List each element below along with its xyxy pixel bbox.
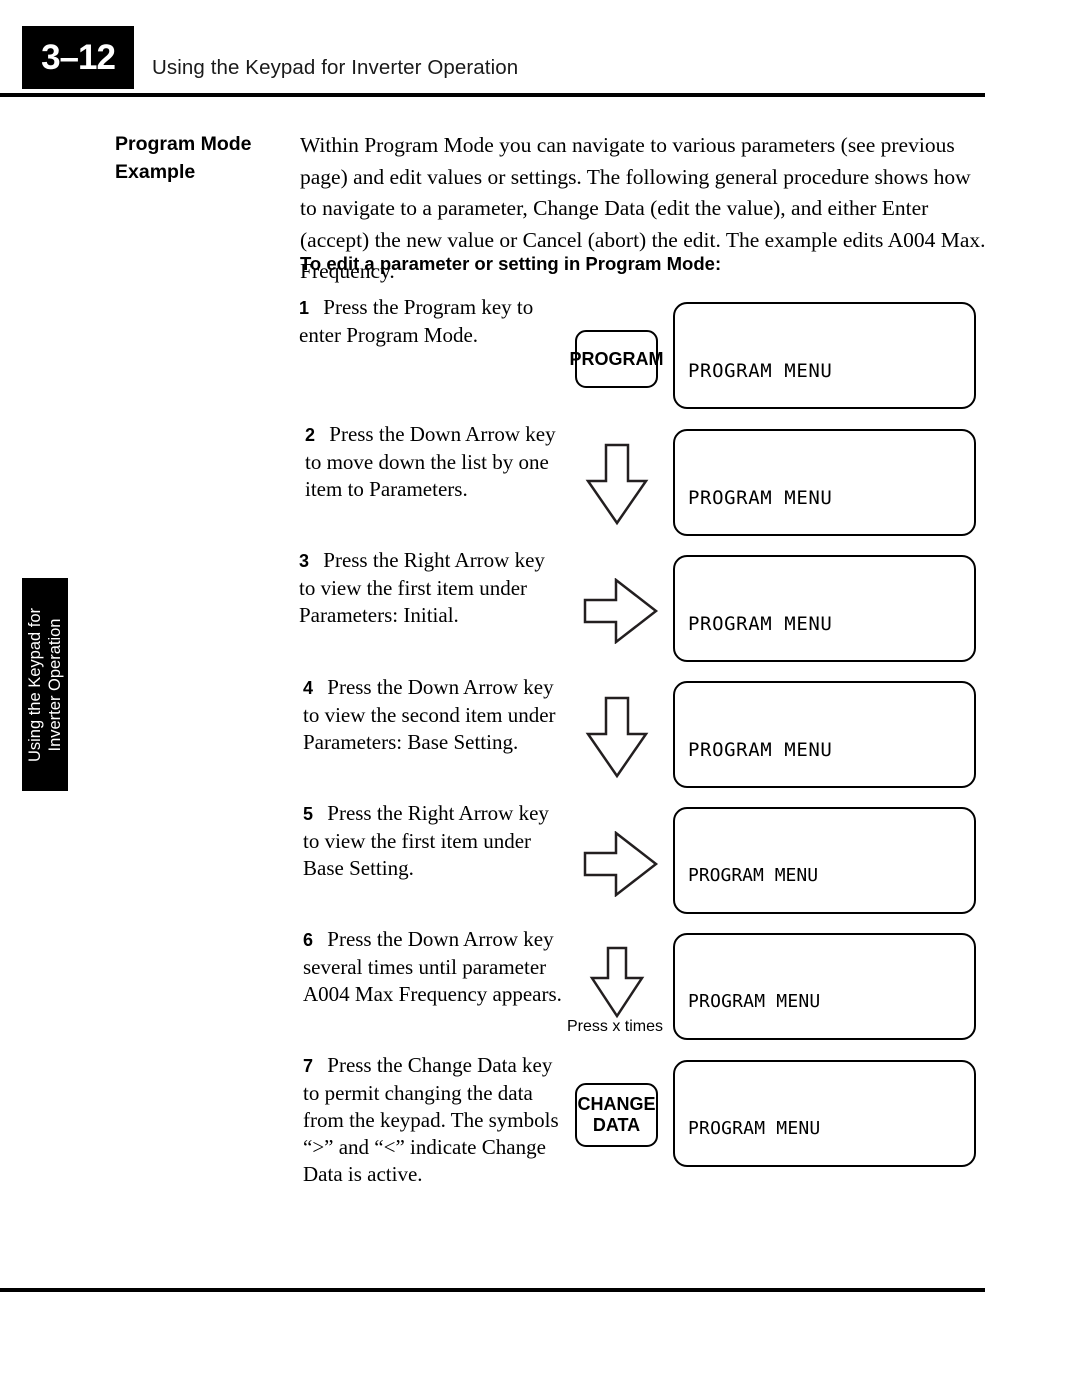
step-6-text: 6 Press the Down Arrow key several times… (303, 926, 568, 1008)
program-key-label: PROGRAM (569, 348, 664, 369)
chapter-side-tab: Using the Keypad for Inverter Operation (22, 578, 68, 791)
step-2-body: Press the Down Arrow key to move down th… (305, 422, 556, 501)
lcd-3-line-1: PROGRAM MENU (688, 613, 833, 635)
procedure-subheading: To edit a parameter or setting in Progra… (300, 253, 722, 274)
change-data-key-label-line2: DATA (592, 1115, 641, 1135)
lcd-1-line-1: PROGRAM MENU (688, 360, 833, 382)
section-heading: Program Mode Example (115, 130, 290, 186)
step-3-body: Press the Right Arrow key to view the fi… (299, 548, 545, 627)
lcd-display-2: PROGRAM MENU 0.0Hz Parameters >> (673, 429, 976, 536)
program-key-button[interactable]: PROGRAM (570, 330, 664, 388)
header-divider (0, 93, 985, 97)
side-tab-line-1: Using the Keypad for (26, 607, 44, 762)
step-7-number: 7 (303, 1056, 323, 1076)
step-2-text: 2 Press the Down Arrow key to move down … (305, 421, 570, 503)
lcd-6-line-1: PROGRAM MENU (688, 991, 821, 1012)
lcd-2-line-1: PROGRAM MENU (688, 487, 833, 509)
step-3-number: 3 (299, 551, 319, 571)
step-7-body: Press the Change Data key to permit chan… (303, 1053, 559, 1186)
right-arrow-icon-step5 (583, 831, 659, 897)
step-1-number: 1 (299, 298, 319, 318)
step-7-text: 7 Press the Change Data key to permit ch… (303, 1052, 573, 1188)
lcd-display-3: PROGRAM MENU 0.0Hz Initial >> (673, 555, 976, 662)
lcd-display-5: PROGRAM MENU 0.0Hz A001 Freq Set Method … (673, 807, 976, 914)
page-number-badge: 3–12 (22, 26, 134, 89)
lcd-display-1: PROGRAM MENU 0.0Hz Monitor Vars >> (673, 302, 976, 409)
lcd-display-4: PROGRAM MENU 0.0Hz Base Setting >> (673, 681, 976, 788)
step-5-text: 5 Press the Right Arrow key to view the … (303, 800, 568, 882)
step-6-number: 6 (303, 930, 323, 950)
lcd-display-6: PROGRAM MENU 0.0Hz A004 Max Frequency 60… (673, 933, 976, 1040)
change-data-key-button[interactable]: CHANGE DATA (575, 1083, 658, 1147)
step-1-text: 1 Press the Program key to enter Program… (299, 294, 564, 349)
lcd-4-line-1: PROGRAM MENU (688, 739, 833, 761)
page-number-text: 3–12 (41, 37, 116, 77)
footer-divider (0, 1288, 985, 1292)
down-arrow-icon-step4 (585, 696, 649, 780)
step-5-number: 5 (303, 804, 323, 824)
lcd-7-line-1: PROGRAM MENU (688, 1118, 821, 1139)
chapter-side-tab-label: Using the Keypad for Inverter Operation (25, 607, 65, 761)
down-arrow-icon-step6 (589, 946, 645, 1020)
step-5-body: Press the Right Arrow key to view the fi… (303, 801, 549, 880)
step-4-body: Press the Down Arrow key to view the sec… (303, 675, 556, 754)
lcd-display-7: PROGRAM MENU 0.0Hz A004 Max Frequeny >00… (673, 1060, 976, 1167)
down-arrow-icon-step2 (585, 443, 649, 527)
step-3-text: 3 Press the Right Arrow key to view the … (299, 547, 564, 629)
lcd-5-line-1: PROGRAM MENU (688, 865, 819, 886)
section-heading-line-2: Example (115, 161, 196, 183)
section-heading-line-1: Program Mode (115, 133, 252, 155)
step-4-number: 4 (303, 678, 323, 698)
press-x-times-caption: Press x times (567, 1018, 664, 1035)
side-tab-line-2: Inverter Operation (46, 618, 64, 751)
step-4-text: 4 Press the Down Arrow key to view the s… (303, 674, 568, 756)
change-data-key-label-line1: CHANGE (577, 1094, 656, 1114)
right-arrow-icon-step3 (583, 578, 659, 644)
step-6-body: Press the Down Arrow key several times u… (303, 927, 562, 1006)
step-1-body: Press the Program key to enter Program M… (299, 295, 534, 347)
page-title: Using the Keypad for Inverter Operation (152, 56, 519, 79)
step-2-number: 2 (305, 425, 325, 445)
